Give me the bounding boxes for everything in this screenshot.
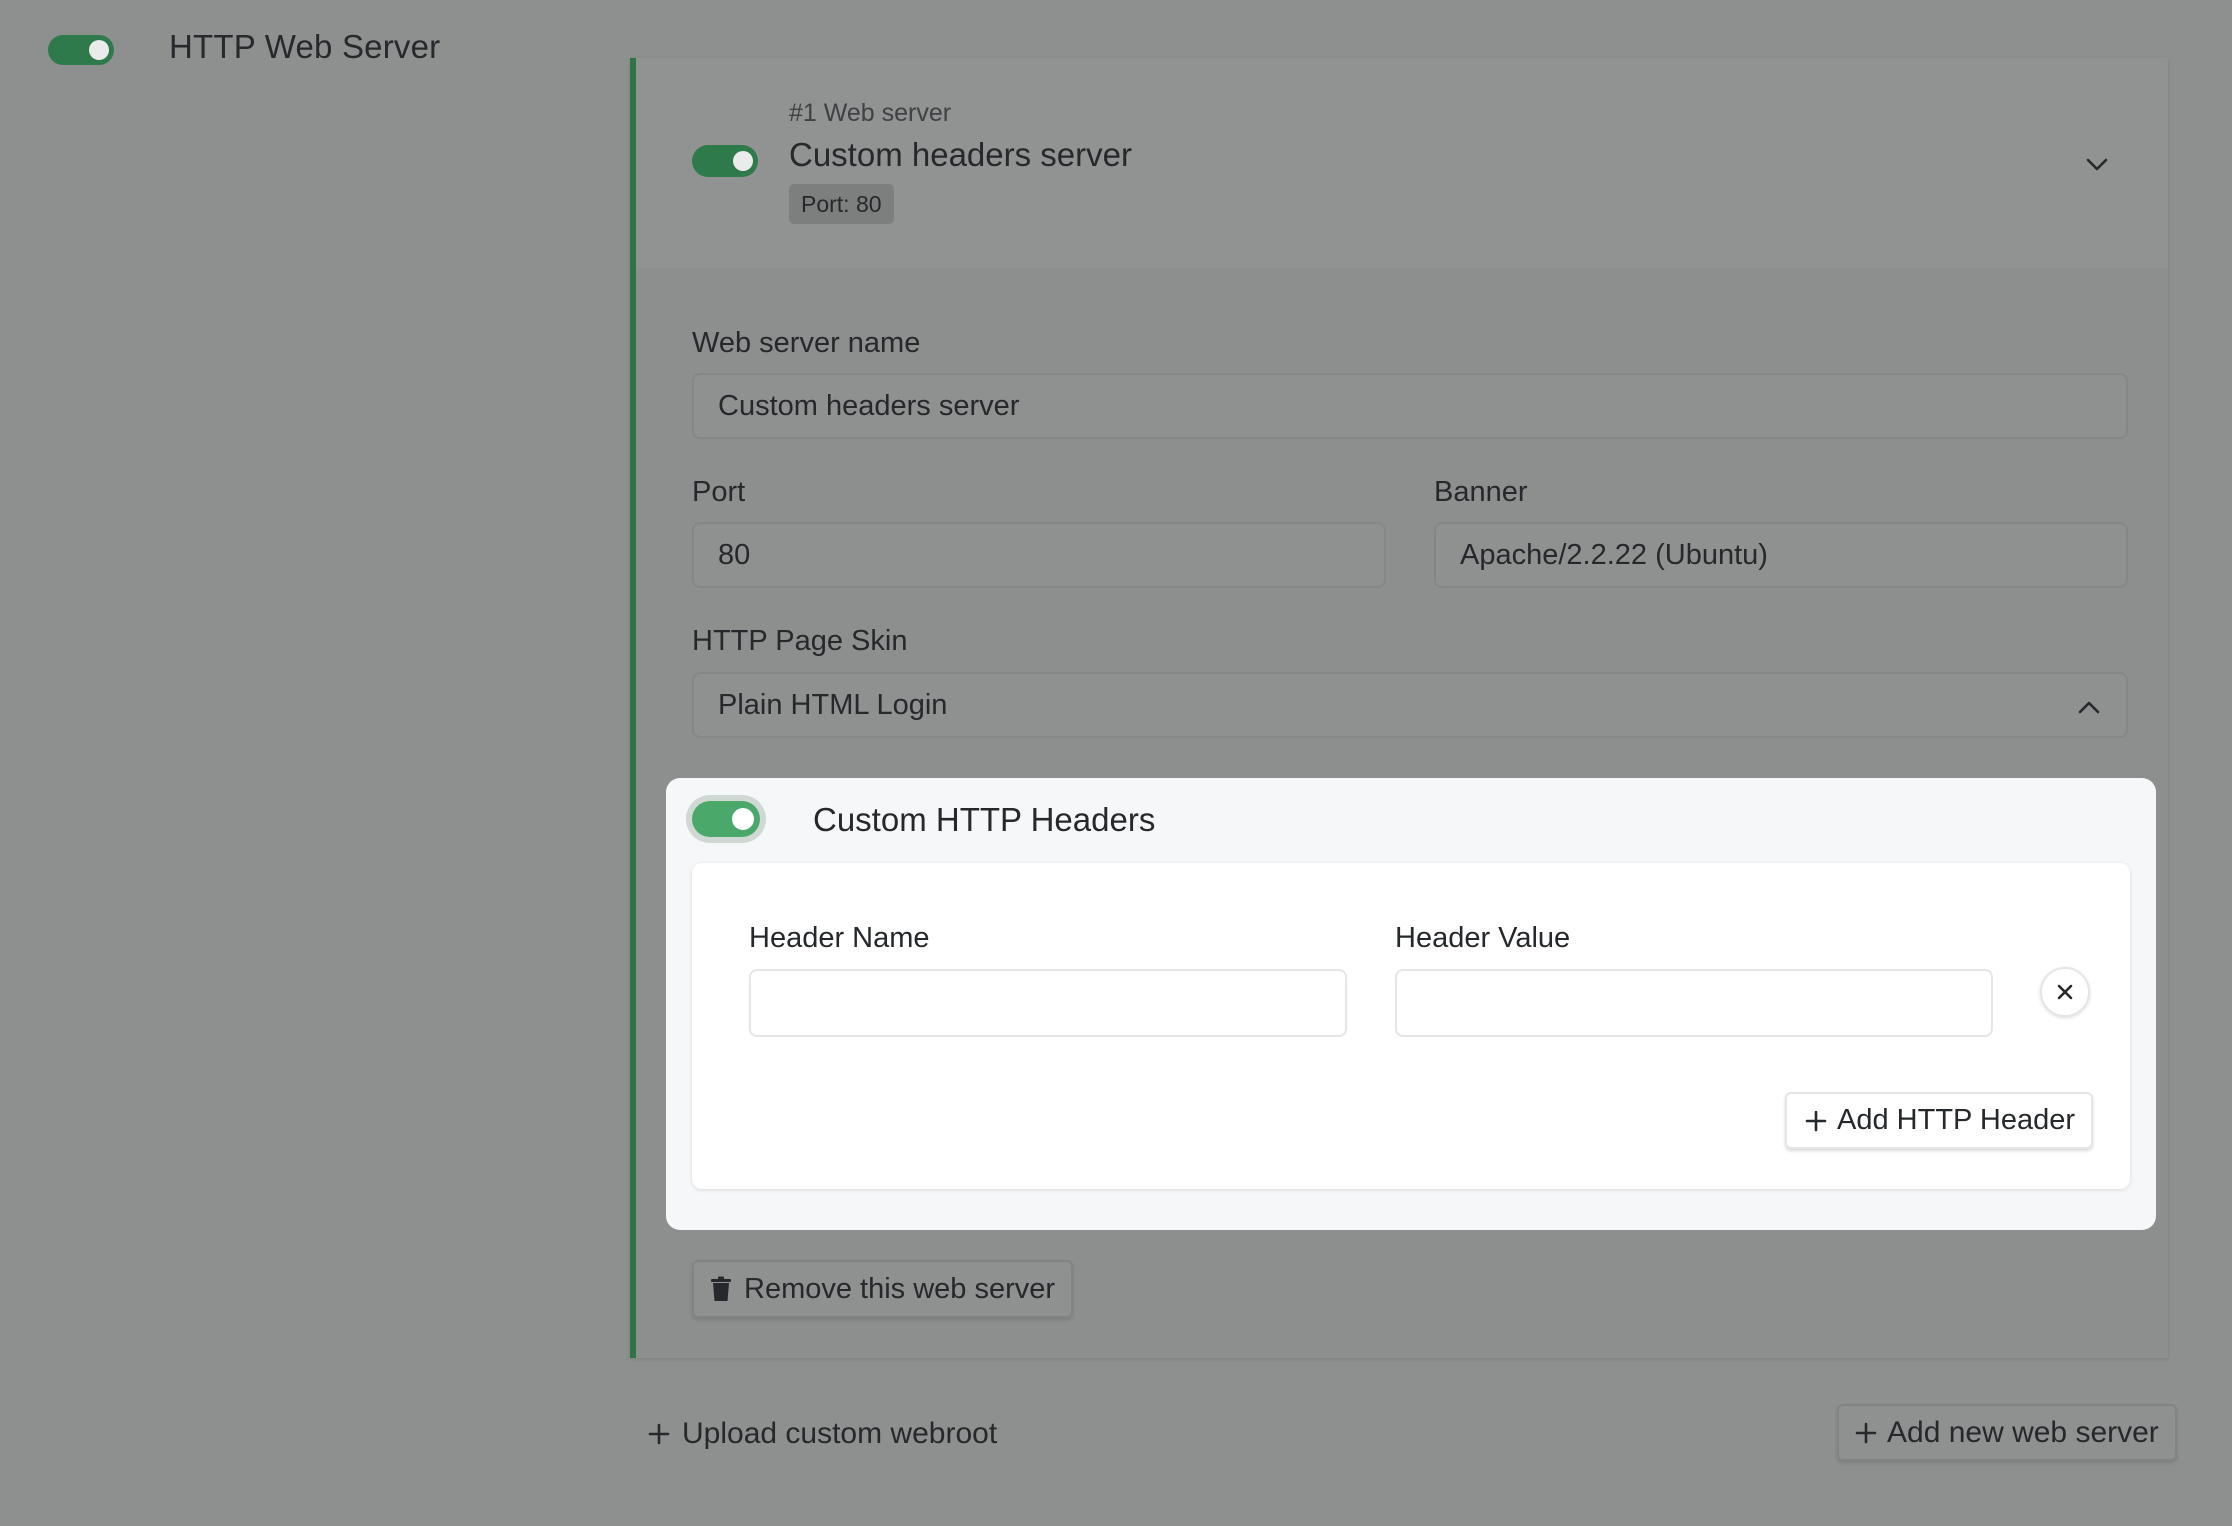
web-server-name-input[interactable] (692, 373, 2128, 439)
plus-icon (1855, 1422, 1877, 1443)
toggle-knob (733, 151, 753, 171)
server-title: Custom headers server (789, 136, 1132, 173)
upload-custom-webroot-button[interactable]: Upload custom webroot (648, 1412, 997, 1456)
custom-headers-title: Custom HTTP Headers (813, 801, 1156, 838)
remove-web-server-label: Remove this web server (744, 1272, 1056, 1305)
header-name-label: Header Name (749, 922, 930, 954)
banner-label: Banner (1434, 476, 1528, 508)
port-badge: Port: 80 (789, 184, 894, 224)
trash-icon (711, 1276, 731, 1301)
add-http-header-button[interactable]: Add HTTP Header (1785, 1092, 2094, 1149)
server-index-label: #1 Web server (789, 99, 952, 127)
close-icon (2057, 984, 2073, 1000)
http-web-server-toggle[interactable] (48, 35, 114, 65)
header-name-input[interactable] (749, 969, 1347, 1037)
upload-custom-webroot-label: Upload custom webroot (682, 1417, 998, 1450)
custom-headers-toggle[interactable] (692, 801, 760, 837)
port-label: Port (692, 476, 746, 508)
toggle-knob (732, 808, 754, 830)
port-input[interactable] (692, 522, 1386, 588)
remove-web-server-button[interactable]: Remove this web server (692, 1260, 1074, 1318)
plus-icon (648, 1423, 670, 1445)
remove-header-button[interactable] (2040, 967, 2090, 1017)
header-value-label: Header Value (1395, 922, 1571, 954)
chevron-up-icon (2078, 701, 2100, 714)
chevron-down-icon[interactable] (2082, 150, 2112, 180)
web-server-name-label: Web server name (692, 327, 921, 359)
http-page-skin-select[interactable]: Plain HTML Login (692, 672, 2128, 738)
section-title: HTTP Web Server (169, 28, 441, 65)
web-server-enable-toggle[interactable] (692, 145, 758, 177)
banner-input[interactable] (1434, 522, 2128, 588)
add-new-web-server-button[interactable]: Add new web server (1837, 1404, 2177, 1461)
header-value-input[interactable] (1395, 969, 1993, 1037)
add-new-web-server-label: Add new web server (1887, 1415, 2159, 1449)
plus-icon (1805, 1110, 1827, 1131)
http-page-skin-label: HTTP Page Skin (692, 625, 908, 657)
add-http-header-label: Add HTTP Header (1837, 1104, 2076, 1136)
toggle-knob (89, 40, 109, 60)
